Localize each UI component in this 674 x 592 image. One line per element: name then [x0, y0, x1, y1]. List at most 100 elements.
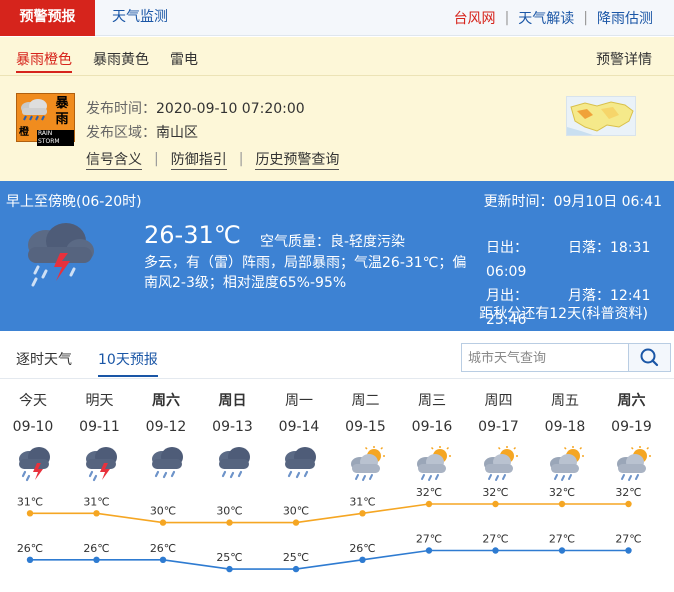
tab-rainstorm-orange[interactable]: 暴雨橙色: [16, 49, 72, 73]
high-temp-label: 32℃: [549, 486, 575, 499]
day-weekday: 周一: [285, 393, 313, 409]
low-temp-point: [93, 556, 100, 563]
day-date: 09-10: [12, 419, 54, 435]
day-date: 09-12: [145, 419, 187, 435]
high-temp-point: [492, 500, 499, 508]
update-time: 更新时间：09月10日 06:41: [484, 191, 662, 211]
warning-detail-link[interactable]: 预警详情: [596, 49, 652, 69]
current-temperature: 26-31℃: [144, 221, 241, 249]
update-time-value: 09月10日 06:41: [553, 194, 662, 210]
forecast-day: 明天 09-11: [67, 390, 133, 483]
rainstorm-warning-icon: 暴 雨 橙 RAIN STORM: [16, 93, 75, 146]
air-quality-value: 良-轻度污染: [330, 234, 406, 250]
day-weekday: 周二: [351, 393, 380, 409]
city-search: [461, 343, 671, 372]
day-date: 09-11: [79, 419, 120, 435]
warning-en-text: RAIN STORM: [37, 130, 74, 146]
forecast-day: 今天 09-10: [0, 390, 66, 483]
low-temp-point: [359, 556, 366, 563]
high-temp-label: 31℃: [17, 495, 43, 508]
warning-area-map[interactable]: [566, 96, 636, 136]
tab-rainstorm-yellow[interactable]: 暴雨黄色: [93, 49, 149, 73]
high-temp-label: 30℃: [216, 505, 242, 518]
sunny-shower-icon: [550, 446, 584, 481]
day-weekday: 周三: [418, 393, 446, 409]
warning-tabs: 暴雨橙色 暴雨黄色 雷电: [16, 49, 219, 73]
high-temp-label: 30℃: [150, 505, 176, 518]
high-temp-point: [425, 500, 433, 508]
thunderstorm-icon: [19, 447, 50, 482]
day-date: 09-16: [411, 419, 453, 435]
day-weekday: 周五: [551, 393, 579, 409]
high-temp-point: [625, 500, 632, 508]
defense-guide-link[interactable]: 防御指引: [170, 151, 227, 170]
autumn-equinox-link[interactable]: 距秋分还有12天(科普资料): [479, 303, 648, 323]
low-temp-point: [492, 547, 499, 554]
map-thumbnail: [567, 101, 634, 135]
sunrise-time: 06:09: [486, 264, 527, 280]
tab-hourly[interactable]: 逐时天气: [16, 349, 72, 377]
forecast-day: 周日 09-13: [200, 390, 266, 483]
day-weekday: 周日: [218, 393, 247, 409]
day-date: 09-14: [278, 419, 320, 435]
forecast-day: 周三 09-16: [399, 390, 465, 483]
warning-panel: 暴雨橙色 暴雨黄色 雷电 预警详情 暴 雨 橙 RAIN STORM 发布时间：…: [0, 37, 674, 181]
day-weekday: 今天: [19, 393, 47, 409]
warning-info: 发布时间：2020-09-10 07:20:00 发布区域：南山区: [86, 97, 305, 145]
forecast-day: 周四 09-17: [466, 390, 532, 483]
tab-10-day[interactable]: 10天预报: [98, 349, 158, 377]
sunny-shower-icon: [417, 446, 451, 481]
history-query-link[interactable]: 历史预警查询: [255, 151, 340, 170]
weather-interpretation-link[interactable]: 天气解读: [509, 8, 583, 28]
moonrise-label: 月出：: [486, 288, 528, 304]
sunny-shower-icon: [483, 446, 518, 481]
warning-links: 信号含义 | 防御指引 | 历史预警查询: [86, 151, 340, 170]
low-temp-label: 27℃: [549, 533, 575, 546]
forecast-tabs: 逐时天气 10天预报: [16, 349, 184, 377]
issue-area: 南山区: [156, 125, 198, 141]
typhoon-link[interactable]: 台风网: [445, 8, 505, 28]
low-temp-label: 27℃: [416, 533, 442, 546]
rainfall-estimate-link[interactable]: 降雨估测: [588, 8, 662, 28]
sunrise-label: 日出：: [486, 240, 528, 256]
high-temp-label: 31℃: [83, 495, 109, 508]
shower-icon: [152, 447, 183, 479]
search-button[interactable]: [628, 344, 670, 371]
low-temp-label: 26℃: [83, 542, 109, 555]
high-temp-label: 32℃: [615, 486, 641, 499]
shower-icon: [285, 447, 316, 479]
warning-glyph-bottom: 雨: [55, 112, 69, 127]
low-temp-label: 25℃: [283, 551, 309, 564]
sunny-shower-icon: [616, 446, 651, 481]
air-quality: 空气质量：良-轻度污染: [260, 231, 405, 251]
issue-time-label: 发布时间：: [86, 101, 156, 117]
signal-meaning-link[interactable]: 信号含义: [86, 151, 142, 170]
forecast-period: 早上至傍晚(06-20时): [6, 194, 142, 210]
city-search-input[interactable]: [468, 347, 628, 369]
high-temp-point: [26, 510, 34, 517]
forecast-day: 周六 09-19: [599, 390, 665, 483]
day-date: 09-17: [478, 419, 519, 435]
divider: [0, 75, 674, 76]
thunderstorm-icon: [85, 447, 117, 482]
tab-weather-monitoring[interactable]: 天气监测: [112, 0, 168, 36]
forecast-day: 周五 09-18: [532, 390, 598, 483]
forecast-day: 周六 09-12: [133, 390, 199, 483]
low-temp-label: 26℃: [17, 542, 43, 555]
divider: [0, 378, 674, 379]
moonset-time: 12:41: [610, 288, 651, 304]
low-temp-point: [292, 565, 300, 573]
low-temp-label: 25℃: [216, 551, 242, 564]
high-temp-label: 32℃: [482, 486, 508, 499]
high-temp-point: [226, 519, 233, 526]
search-icon: [640, 348, 659, 367]
high-temp-line: [30, 503, 629, 524]
high-temp-label: 32℃: [416, 486, 442, 499]
tab-thunder[interactable]: 雷电: [170, 49, 198, 73]
low-temp-point: [625, 547, 632, 554]
top-nav-links: 台风网 | 天气解读 | 降雨估测: [445, 0, 662, 36]
low-temp-label: 26℃: [349, 542, 375, 555]
tab-warning-forecast[interactable]: 预警预报: [0, 0, 95, 36]
low-temp-point: [425, 547, 433, 554]
sunset-label: 日落：: [568, 240, 610, 256]
